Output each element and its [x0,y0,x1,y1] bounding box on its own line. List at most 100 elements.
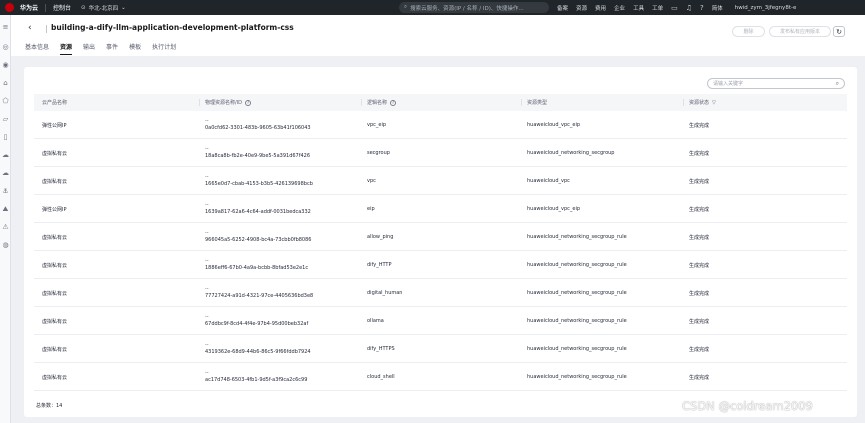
service-icon-10[interactable]: ⛰ [1,205,10,214]
physical-resource: -- 18a8ca8b-fb2e-40e9-9be5-5a391d67f426 [205,139,310,167]
resource-status: 生成完成 [689,374,710,381]
divider [46,25,47,33]
logical-name: dify_HTTP [367,262,392,268]
tab-execution-plan[interactable]: 执行计划 [152,42,176,55]
message-icon[interactable]: ▭ [671,4,678,12]
search-icon[interactable]: ⌕ [836,80,839,88]
divider [683,99,684,106]
physical-name: -- [205,146,209,152]
physical-id: 1665e0d7-cbab-4153-b3b5-426139698bcb [205,181,313,187]
resource-status: 生成完成 [689,206,710,213]
physical-name: -- [205,258,209,264]
menu-item-tools[interactable]: 工具 [633,4,644,12]
table-row: 弹性公网IP -- 1639a817-62a6-4c64-addf-0031bedc… [34,195,847,223]
resource-type: huaweicloud_networking_secgroup_rule [527,234,627,240]
top-menu: 备案 资源 费用 企业 工具 工单 ▭ ♫ ? 简体 hwid_zym_3jfe… [557,0,796,15]
language-switch[interactable]: 简体 [712,4,723,12]
product-name: 弹性公网IP [42,122,67,129]
physical-id: 966045a5-6252-4908-bc4a-73cbb0fb8086 [205,237,312,243]
delete-button[interactable]: 删除 [732,26,765,37]
service-icon-8[interactable]: ☁ [1,169,10,178]
service-icon-9[interactable]: ⚓ [1,187,10,196]
region-selector[interactable]: ⊙ 华北-北京四 ⌄ [81,4,126,12]
column-header-physical-id: 物理资源名称/ID? [205,99,252,106]
publish-private-version-button[interactable]: 发布私有应用版本 [769,26,831,37]
logical-name: eip [367,206,375,212]
product-name: 虚拟私有云 [42,346,68,353]
column-header-resource-type: 资源类型 [527,100,548,106]
table-row: 虚拟私有云 -- ac17d748-6503-4fb1-9d5f-a3f9ca2c6… [34,363,847,391]
keyword-search-input[interactable]: 请输入关键字 ⌕ [707,78,845,89]
global-search-input[interactable]: ⌕ 搜索云服务、资源(IP / 名称 / ID)、快捷操作... [399,2,549,13]
physical-name: -- [205,286,209,292]
physical-name: -- [205,174,209,180]
chevron-down-icon: ⌄ [121,4,126,11]
help-icon[interactable]: ? [390,99,397,106]
help-icon[interactable]: ? [700,4,704,12]
service-icon-12[interactable]: ◍ [1,241,10,250]
service-icon-11[interactable]: ⚠ [1,223,10,232]
service-icon-4[interactable]: ⬠ [1,97,10,106]
menu-item-billing[interactable]: 费用 [595,4,606,12]
physical-resource: -- 1639a817-62a6-4c64-addf-0031bedca332 [205,195,311,223]
menu-icon[interactable]: ≡ [1,23,10,32]
total-count: 总条数：14 [36,403,63,409]
table-row: 虚拟私有云 -- 77727424-a91d-4321-97ce-4405636bd… [34,279,847,307]
console-link[interactable]: 控制台 [53,3,71,12]
column-header-product: 云产品名称 [42,100,68,106]
divider [521,99,522,106]
resource-status: 生成完成 [689,262,710,269]
physical-id: 1886eff6-67b0-4a9a-bcbb-8bfad53e2e1c [205,265,309,271]
logical-name: secgroup [367,150,390,156]
location-icon: ⊙ [81,4,86,11]
service-icon-6[interactable]: ▯ [1,133,10,142]
menu-item-resources[interactable]: 资源 [576,4,587,12]
resource-type: huaweicloud_networking_secgroup_rule [527,290,627,296]
huawei-logo[interactable] [3,1,16,14]
physical-resource: -- 1886eff6-67b0-4a9a-bcbb-8bfad53e2e1c [205,251,308,279]
tab-resources[interactable]: 资源 [60,42,73,55]
physical-resource: -- 0a0cfd62-3301-483b-9605-63b41f106043 [205,111,311,139]
resource-status: 生成完成 [689,150,710,157]
resource-status: 生成完成 [689,290,710,297]
brand-name[interactable]: 华为云 [20,3,38,12]
menu-item-tickets[interactable]: 工单 [652,4,663,12]
search-placeholder: 搜索云服务、资源(IP / 名称 / ID)、快捷操作... [410,5,524,12]
tab-basic-info[interactable]: 基本信息 [25,42,49,55]
tab-outputs[interactable]: 输出 [83,42,95,55]
resources-card: 请输入关键字 ⌕ 云产品名称 物理资源名称/ID? 逻辑名称? 资源类型 资源状… [24,67,857,417]
logical-name: vpc [367,178,376,184]
service-icon-1[interactable]: ◎ [1,43,10,52]
service-icon-5[interactable]: ▱ [1,115,10,124]
physical-name: -- [205,314,209,320]
back-arrow-icon[interactable]: ‹ [28,23,32,33]
resource-type: huaweicloud_networking_secgroup_rule [527,346,627,352]
user-account-menu[interactable]: hwid_zym_3jfegny8t-e [735,5,797,11]
top-navigation-bar: 华为云 控制台 ⊙ 华北-北京四 ⌄ ⌕ 搜索云服务、资源(IP / 名称 / … [0,0,865,15]
watermark: CSDN @coldream2009 [682,399,813,413]
bell-icon[interactable]: ♫ [686,4,692,12]
help-icon[interactable]: ? [245,99,252,106]
menu-item-beian[interactable]: 备案 [557,4,568,12]
service-icon-7[interactable]: ☁ [1,151,10,160]
physical-resource: -- 1665e0d7-cbab-4153-b3b5-426139698bcb [205,167,313,195]
service-icon-2[interactable]: ◉ [1,61,10,70]
physical-id: 77727424-a91d-4321-97ce-4405636bd3e8 [205,293,314,299]
filter-icon[interactable]: ▽ [712,100,716,106]
service-icon-3[interactable]: ⌂ [1,79,10,88]
physical-id: 0a0cfd62-3301-483b-9605-63b41f106043 [205,125,311,131]
physical-resource: -- ac17d748-6503-4fb1-9d5f-a3f9ca2c6c99 [205,363,307,391]
page-title: building-a-dify-llm-application-developm… [51,23,294,32]
resource-type: huaweicloud_networking_secgroup [527,150,615,156]
resource-status: 生成完成 [689,122,710,129]
menu-item-enterprise[interactable]: 企业 [614,4,625,12]
refresh-icon[interactable]: ↻ [833,26,845,37]
tab-events[interactable]: 事件 [106,42,118,55]
resource-type: huaweicloud_networking_secgroup_rule [527,374,627,380]
physical-resource: -- 77727424-a91d-4321-97ce-4405636bd3e8 [205,279,313,307]
page-header: ‹ building-a-dify-llm-application-develo… [11,15,865,56]
tab-template[interactable]: 模板 [129,42,141,55]
physical-name: -- [205,230,209,236]
table-row: 虚拟私有云 -- 1665e0d7-cbab-4153-b3b5-426139698… [34,167,847,195]
logical-name: ollama [367,318,384,324]
